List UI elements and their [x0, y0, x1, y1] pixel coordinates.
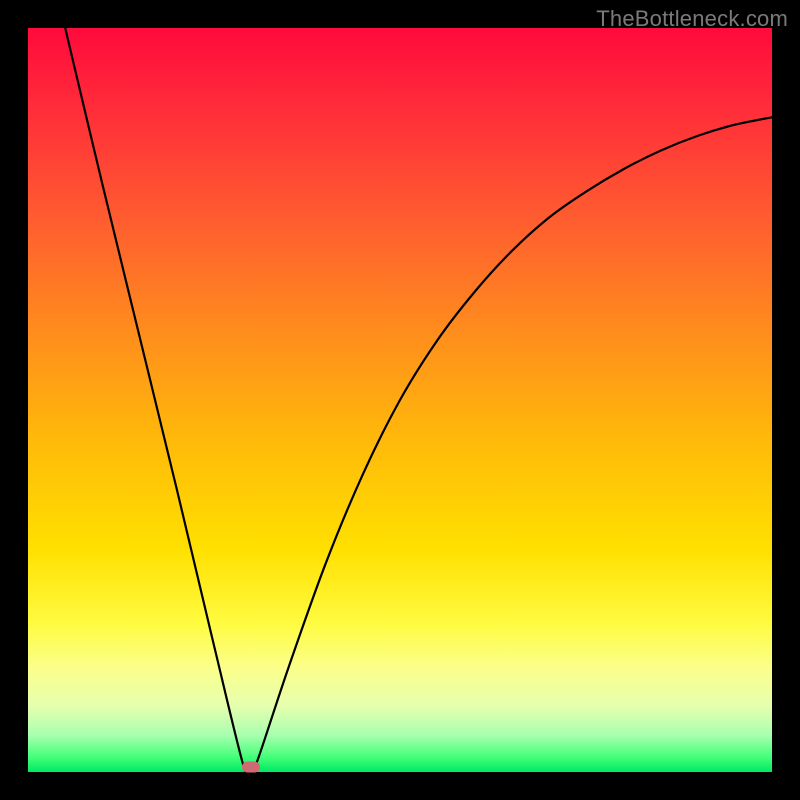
plot-area — [28, 28, 772, 772]
watermark-text: TheBottleneck.com — [596, 6, 788, 32]
chart-frame: TheBottleneck.com — [0, 0, 800, 800]
optimum-marker — [242, 761, 260, 772]
bottleneck-curve — [28, 28, 772, 772]
